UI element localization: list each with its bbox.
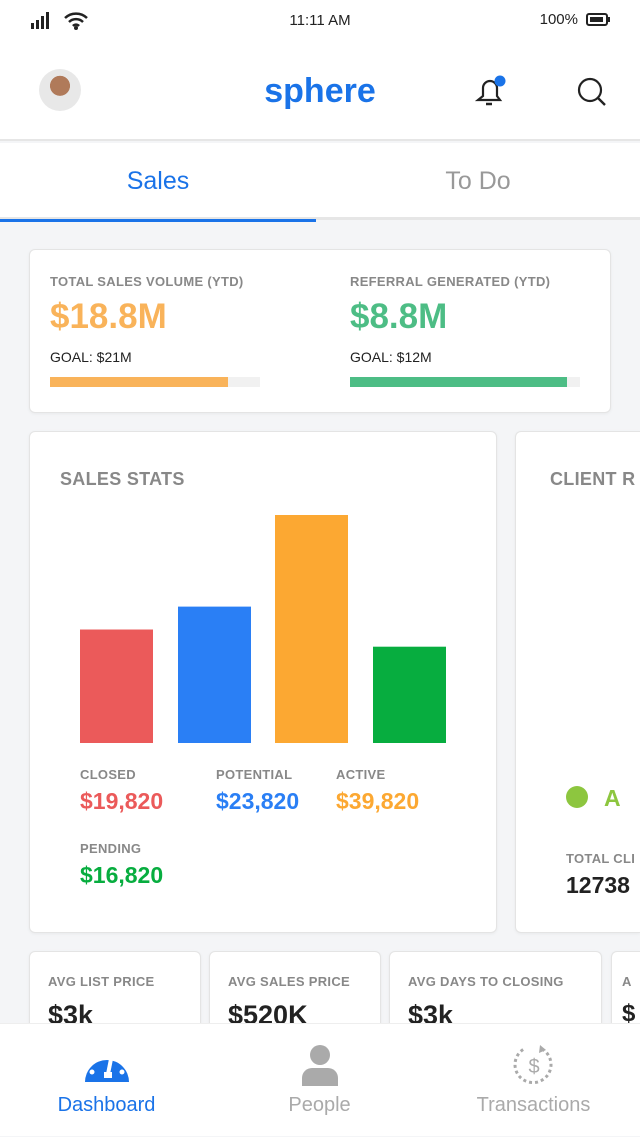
potential-label: POTENTIAL [216,767,293,782]
tab-bar: Sales To Do [0,143,640,222]
bar-closed [80,629,153,743]
battery-percent: 100% [539,11,578,28]
nav-people[interactable]: People [213,1024,426,1137]
pending-label: PENDING [80,841,142,856]
app-header: sphere [0,40,640,141]
person-icon [301,1045,338,1086]
bar-pending [373,646,446,743]
tab-sales[interactable]: Sales [0,143,316,222]
closed-value: $19,820 [80,788,164,814]
status-bar: 11:11 AM 100% [0,0,640,40]
bottom-nav: Dashboard People $ Transactions [0,1023,640,1136]
sales-bar-chart [80,515,446,743]
nav-label: Dashboard [57,1094,156,1116]
referral-value: $8.8M [350,297,448,336]
tab-todo[interactable]: To Do [320,143,636,220]
app-title: sphere [264,72,376,110]
client-card[interactable]: CLIENT R A TOTAL CLI 12738 [515,431,640,933]
referral-goal: GOAL: $12M [350,349,432,365]
dollar-cycle-icon: $ [513,1045,552,1085]
potential-value: $23,820 [216,788,300,814]
active-value: $39,820 [336,788,420,814]
bar-active [275,515,348,743]
summary-card: TOTAL SALES VOLUME (YTD) $18.8M GOAL: $2… [29,249,611,413]
svg-text:$: $ [528,1056,539,1078]
metric-label: AVG DAYS TO CLOSING [408,974,564,989]
metric-label: A [622,974,632,989]
referral-label: REFERRAL GENERATED (YTD) [350,274,551,289]
notification-bell-icon[interactable] [474,74,506,108]
metric-label: AVG LIST PRICE [48,974,155,989]
nav-label: Transactions [476,1094,591,1116]
total-sales-label: TOTAL SALES VOLUME (YTD) [50,274,244,289]
battery-icon [586,13,610,26]
total-clients-value: 12738 [566,872,630,898]
bar-potential [178,606,251,743]
referral-progress [350,377,580,387]
sales-stats-card: SALES STATS CLOSED $19,820 POTENTIAL $23… [29,431,497,933]
nav-dashboard[interactable]: Dashboard [0,1024,213,1137]
nav-label: People [288,1094,351,1116]
legend-label: A [604,785,621,811]
pending-value: $16,820 [80,862,164,888]
total-sales-progress [50,377,260,387]
active-label: ACTIVE [336,767,386,782]
total-sales-value: $18.8M [50,297,167,336]
client-card-title: CLIENT R [550,469,636,489]
nav-transactions[interactable]: $ Transactions [427,1024,640,1137]
total-sales-goal: GOAL: $21M [50,349,132,365]
closed-label: CLOSED [80,767,136,782]
dashboard-gauge-icon [84,1050,129,1082]
total-clients-label: TOTAL CLI [566,851,636,866]
search-icon[interactable] [576,76,608,108]
metric-label: AVG SALES PRICE [228,974,351,989]
legend-dot [566,786,588,808]
